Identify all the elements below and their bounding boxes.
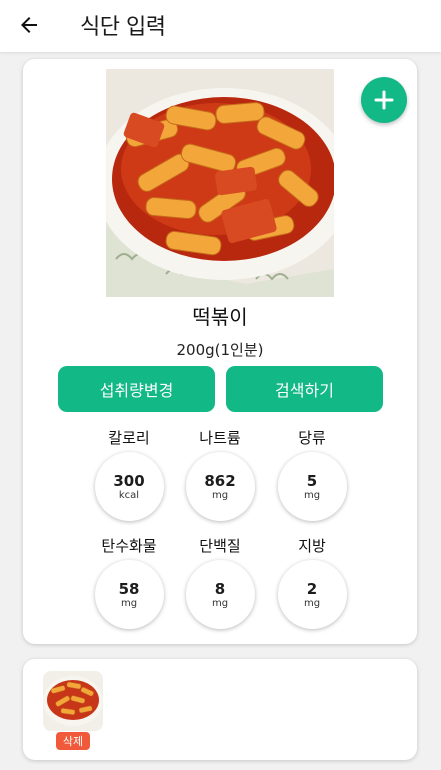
arrow-left-icon	[21, 17, 37, 33]
nutrient-circle: 8 mg	[185, 560, 255, 629]
selected-food-thumbnail[interactable]	[43, 671, 103, 731]
plus-icon	[374, 90, 394, 110]
nutrient-value: 5	[306, 471, 318, 490]
app-bar: 식단 입력	[0, 0, 441, 52]
nutrient-value: 300	[113, 471, 145, 490]
nutrient-sugar: 당류 5 mg	[267, 427, 357, 521]
page-title: 식단 입력	[80, 15, 166, 40]
nutrient-sodium: 나트륨 862 mg	[175, 427, 265, 521]
nutrient-fat: 지방 2 mg	[267, 535, 357, 629]
food-serving: 200g(1인분)	[176, 341, 264, 359]
nutrient-circle: 2 mg	[277, 560, 347, 629]
nutrient-protein: 단백질 8 mg	[175, 535, 265, 629]
search-button[interactable]: 검색하기	[226, 366, 383, 412]
nutrient-label: 당류	[298, 429, 326, 447]
nutrient-circle: 5 mg	[277, 452, 347, 521]
change-intake-button[interactable]: 섭취량변경	[58, 366, 215, 412]
add-food-button[interactable]	[361, 77, 407, 123]
back-button[interactable]	[14, 10, 44, 40]
nutrient-value: 862	[204, 471, 236, 490]
nutrient-carbs: 탄수화물 58 mg	[84, 535, 174, 629]
nutrient-circle: 862 mg	[185, 452, 255, 521]
food-photo	[106, 69, 334, 297]
food-detail-card: 떡볶이 200g(1인분) 섭취량변경 검색하기 칼로리 300 kcal 나트…	[23, 59, 417, 644]
nutrient-unit: mg	[211, 597, 229, 609]
nutrient-unit: mg	[120, 597, 138, 609]
nutrient-label: 단백질	[199, 537, 241, 555]
nutrient-unit: mg	[303, 597, 321, 609]
nutrient-label: 탄수화물	[101, 537, 157, 555]
nutrient-circle: 58 mg	[94, 560, 164, 629]
nutrient-value: 2	[306, 579, 318, 598]
nutrient-unit: kcal	[118, 489, 140, 501]
nutrient-value: 8	[214, 579, 226, 598]
nutrient-unit: mg	[303, 489, 321, 501]
delete-button[interactable]: 삭제	[56, 732, 90, 750]
nutrient-calories: 칼로리 300 kcal	[84, 427, 174, 521]
food-name: 떡볶이	[192, 305, 248, 329]
nutrient-label: 지방	[298, 537, 326, 555]
nutrient-label: 나트륨	[199, 429, 241, 447]
selected-food-list: 삭제	[23, 659, 417, 760]
nutrient-label: 칼로리	[108, 429, 150, 447]
nutrient-circle: 300 kcal	[94, 452, 164, 521]
nutrient-value: 58	[118, 579, 140, 598]
nutrient-unit: mg	[211, 489, 229, 501]
